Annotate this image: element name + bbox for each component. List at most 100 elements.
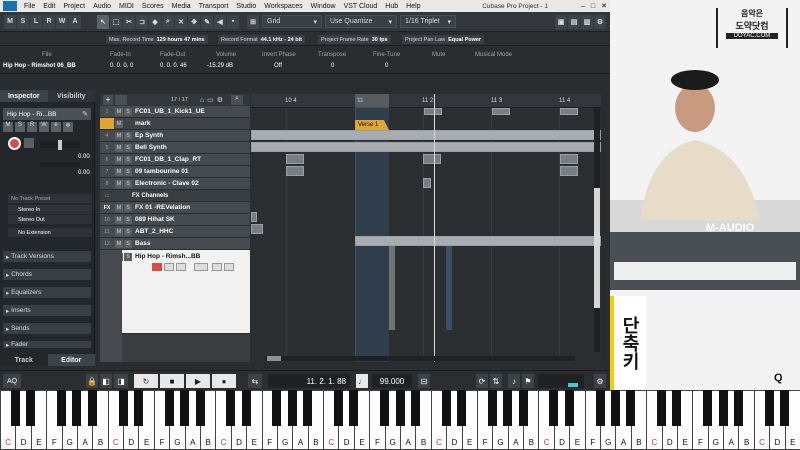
menu-scores[interactable]: Scores <box>138 3 168 10</box>
menu-midi[interactable]: MIDI <box>115 3 138 10</box>
play-icon[interactable]: ▶ <box>186 374 210 388</box>
info-fade-out-value[interactable]: 0. 0. 0. 46 <box>160 63 187 69</box>
piano-black-key[interactable] <box>564 390 574 426</box>
pan-value[interactable]: 0.00 <box>78 170 90 176</box>
solo-mode-button[interactable]: S <box>17 14 29 29</box>
track-row[interactable]: FX MS FX 01 -REVelation <box>100 202 250 214</box>
write-mode-button[interactable]: W <box>56 14 68 29</box>
section-track-versions[interactable]: ▸ Track Versions <box>3 251 91 262</box>
left-locator[interactable] <box>355 94 389 108</box>
section-chords[interactable]: ▸ Chords <box>3 269 91 280</box>
mute-button[interactable]: M <box>115 107 123 116</box>
quantize-value-select[interactable]: 1/16 Triplet ▾ <box>400 15 456 28</box>
piano-black-key[interactable] <box>180 390 190 426</box>
maximize-icon[interactable]: □ <box>588 3 598 10</box>
click-icon[interactable]: ⟳ <box>476 374 488 388</box>
record-format[interactable]: Record Format 44.1 kHz - 24 bit <box>218 35 305 44</box>
piano-black-key[interactable] <box>503 390 513 426</box>
tab-editor[interactable]: Editor <box>47 354 95 366</box>
add-track-icon[interactable]: + <box>103 95 113 105</box>
snap-toggle-icon[interactable]: ⊞ <box>247 14 259 29</box>
piano-black-key[interactable] <box>118 390 128 426</box>
listen-mode-button[interactable]: L <box>30 14 42 29</box>
project-pan-law[interactable]: Project Pan Law Equal Power <box>402 35 485 44</box>
project-frame-rate[interactable]: Project Frame Rate 30 fps <box>318 35 391 44</box>
track-row[interactable]: M mark <box>100 118 250 130</box>
erase-tool-icon[interactable]: ◆ <box>149 14 161 29</box>
piano-black-key[interactable] <box>457 390 467 426</box>
piano-black-key[interactable] <box>733 390 743 426</box>
piano-black-key[interactable] <box>241 390 251 426</box>
piano-black-key[interactable] <box>226 390 236 426</box>
comp-tool-icon[interactable]: ✥ <box>188 14 200 29</box>
record-enable-button[interactable] <box>152 263 162 271</box>
menu-vst-cloud[interactable]: VST Cloud <box>340 3 382 10</box>
menu-project[interactable]: Project <box>59 3 89 10</box>
menu-transport[interactable]: Transport <box>195 3 233 10</box>
pan-slider[interactable] <box>40 162 80 167</box>
input-routing[interactable]: Stereo In <box>8 205 92 214</box>
mute-button[interactable]: M <box>115 203 123 212</box>
piano-black-key[interactable] <box>380 390 390 426</box>
edit-icon[interactable]: ✎ <box>82 110 88 118</box>
piano-black-key[interactable] <box>672 390 682 426</box>
record-icon[interactable]: ● <box>212 374 236 388</box>
section-sends[interactable]: ▸ Sends <box>3 323 91 334</box>
tempo-track-icon[interactable]: ♩ <box>356 374 368 388</box>
section-equalizers[interactable]: ▸ Equalizers <box>3 287 91 298</box>
audio-event[interactable] <box>560 154 578 164</box>
menu-hub[interactable]: Hub <box>381 3 402 10</box>
solo-button[interactable]: S <box>124 239 132 248</box>
piano-black-key[interactable] <box>72 390 82 426</box>
read-button[interactable] <box>176 263 186 271</box>
volume-value[interactable]: 0.00 <box>78 154 90 160</box>
piano-black-key[interactable] <box>549 390 559 426</box>
solo-button[interactable]: S <box>124 215 132 224</box>
tab-track[interactable]: Track <box>0 354 48 366</box>
solo-button[interactable]: S <box>15 122 25 132</box>
search-icon[interactable]: ⌕ <box>230 95 243 105</box>
audio-event[interactable] <box>286 166 304 176</box>
mute-button[interactable]: M <box>115 227 123 236</box>
tempo-display[interactable]: 99.000 <box>372 374 412 388</box>
track-row[interactable]: 7 MS 09 tambourine 01 <box>100 166 250 178</box>
tab-visibility[interactable]: Visibility <box>47 90 95 102</box>
piano-black-key[interactable] <box>303 390 313 426</box>
read-mode-button[interactable]: R <box>43 14 55 29</box>
piano-black-key[interactable] <box>333 390 343 426</box>
menu-studio[interactable]: Studio <box>232 3 260 10</box>
sync-icon[interactable]: ⇆ <box>248 374 262 388</box>
piano-black-key[interactable] <box>410 390 420 426</box>
minimize-icon[interactable]: – <box>578 3 588 10</box>
info-volume-value[interactable]: -15.29 dB <box>207 63 233 69</box>
ruler[interactable]: 10 4 11 11 2 11 3 11 4 <box>251 94 601 108</box>
playhead-cursor[interactable] <box>434 94 435 362</box>
track-row[interactable]: 1 MS FC01_UB_1_Kick1_UE <box>100 106 250 118</box>
piano-black-key[interactable] <box>164 390 174 426</box>
layout-lower-zone-icon[interactable]: ▤ <box>568 14 580 29</box>
track-row[interactable]: 8 MS Electronic - Clave 02 <box>100 178 250 190</box>
piano-black-key[interactable] <box>487 390 497 426</box>
menu-edit[interactable]: Edit <box>39 3 59 10</box>
position-display[interactable]: 11. 2. 1. 88 <box>268 374 350 388</box>
section-fader[interactable]: ▸ Fader <box>3 341 91 348</box>
piano-black-key[interactable] <box>26 390 36 426</box>
track-row[interactable]: 12 MS Bass <box>100 238 250 250</box>
piano-black-key[interactable] <box>518 390 528 426</box>
track-row[interactable]: 11 MS ABT_2_HHC <box>100 226 250 238</box>
midi-part[interactable] <box>251 130 601 140</box>
solo-button[interactable]: S <box>124 203 132 212</box>
monitor-button[interactable] <box>164 263 174 271</box>
solo-button[interactable]: S <box>124 107 132 116</box>
marker-verse-1[interactable]: Verse 1 <box>355 120 389 130</box>
piano-black-key[interactable] <box>272 390 282 426</box>
info-transpose-value[interactable]: 0 <box>331 63 334 69</box>
audio-event[interactable] <box>423 178 431 188</box>
audio-event[interactable] <box>424 108 442 115</box>
volume-fader[interactable] <box>40 140 80 150</box>
mute-tool-icon[interactable]: ✕ <box>175 14 187 29</box>
metronome-icon[interactable]: ⊟ <box>418 374 430 388</box>
color-tool-icon[interactable]: ▪ <box>227 14 239 29</box>
mute-button[interactable]: M <box>115 215 123 224</box>
info-file-value[interactable]: Hip Hop - Rimshot 06_BB <box>3 63 76 69</box>
